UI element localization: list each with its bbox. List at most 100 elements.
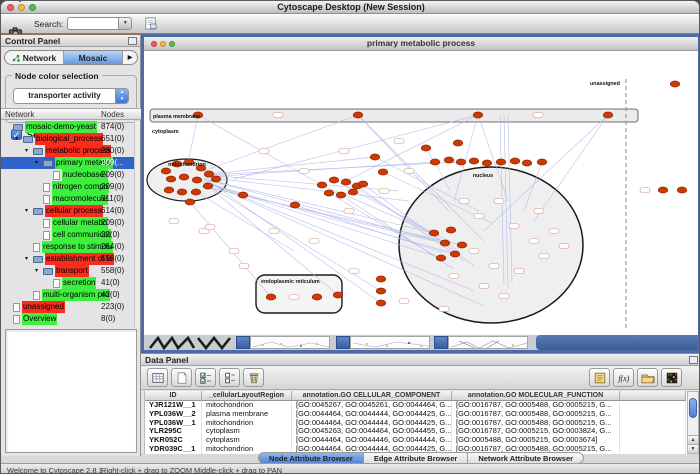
graph-node[interactable]	[456, 159, 466, 165]
table-row[interactable]: YKR052Ccytoplasm[GO:0044464, GO:0044446,…	[145, 436, 687, 445]
region-plasma-membrane[interactable]	[150, 109, 638, 122]
graph-node[interactable]	[510, 158, 520, 164]
graph-node[interactable]	[429, 230, 439, 236]
table-row[interactable]: YPL036W__2plasma membrane[GO:0044464, GO…	[145, 410, 687, 419]
table-scrollbar[interactable]: ▲ ▼	[687, 391, 699, 454]
unselect-attributes-icon[interactable]	[219, 368, 240, 387]
attribute-table-icon[interactable]	[147, 368, 168, 387]
graph-node[interactable]	[185, 199, 195, 205]
tree-row[interactable]: ▾transport558(0)	[1, 265, 135, 277]
graph-node[interactable]	[341, 179, 351, 185]
expander-icon[interactable]: ▾	[35, 265, 43, 277]
graph-node[interactable]	[317, 182, 327, 188]
function-builder-icon[interactable]: f(x)	[613, 368, 634, 387]
graph-node[interactable]	[358, 181, 368, 187]
graph-node[interactable]	[324, 190, 334, 196]
graph-node[interactable]	[203, 183, 213, 189]
node-color-dropdown[interactable]: transporter activity ▲▼	[13, 88, 129, 104]
scroll-up-icon[interactable]: ▲	[688, 435, 698, 444]
graph-node[interactable]	[670, 81, 680, 87]
minimized-window[interactable]	[336, 336, 430, 349]
graph-node[interactable]	[348, 189, 358, 195]
expander-icon[interactable]: ▾	[35, 157, 43, 169]
graph-node[interactable]	[238, 192, 248, 198]
attribute-editor-icon[interactable]	[589, 368, 610, 387]
minimized-window[interactable]	[434, 336, 528, 349]
graph-node[interactable]	[658, 187, 668, 193]
graph-node[interactable]	[370, 154, 380, 160]
column-header[interactable]: ID	[145, 391, 202, 401]
expander-icon[interactable]: ▾	[15, 133, 23, 145]
graph-node[interactable]	[444, 157, 454, 163]
tree-row[interactable]: nitrogen compo209(0)	[1, 181, 135, 193]
zoom-fit-icon[interactable]	[5, 0, 26, 6]
column-header[interactable]: annotation.GO MOLECULAR_FUNCTION	[452, 391, 620, 401]
graph-node[interactable]	[378, 169, 388, 175]
graph-node[interactable]	[329, 177, 339, 183]
table-row[interactable]: YPL036W__1mitochondrion[GO:0044464, GO:0…	[145, 419, 687, 428]
tree-row[interactable]: ▾biological_process651(0)	[1, 133, 135, 145]
graph-node[interactable]	[211, 176, 221, 182]
tree-row[interactable]: ▾metabolic process280(0)	[1, 145, 135, 157]
attribute-table[interactable]: ID_cellularLayoutRegionannotation.GO CEL…	[144, 391, 687, 454]
tree-row[interactable]: macromolecule311(0)	[1, 193, 135, 205]
graph-node[interactable]	[376, 276, 386, 282]
tab-mosaic[interactable]: Mosaic	[64, 51, 123, 64]
tree-row[interactable]: multi-organism pro42(0)	[1, 289, 135, 301]
graph-node[interactable]	[333, 292, 343, 298]
tree-row[interactable]: secretion41(0)	[1, 277, 135, 289]
graph-node[interactable]	[312, 294, 322, 300]
main-titlebar[interactable]: Cytoscape Desktop (New Session)	[1, 1, 700, 14]
tree-row[interactable]: response to stimulu264(0)	[1, 241, 135, 253]
expander-icon[interactable]: ▾	[25, 145, 33, 157]
scrollbar-thumb[interactable]	[689, 398, 697, 418]
tree-row[interactable]: cell communicat22(0)	[1, 229, 135, 241]
graph-node[interactable]	[376, 288, 386, 294]
graph-node[interactable]	[192, 177, 202, 183]
more-tabs-arrow[interactable]: ▶	[123, 51, 137, 64]
tab-network[interactable]: Network	[5, 51, 64, 64]
delete-attribute-icon[interactable]	[243, 368, 264, 387]
graph-node[interactable]	[473, 112, 483, 118]
graph-node[interactable]	[353, 112, 363, 118]
select-attributes-icon[interactable]	[195, 368, 216, 387]
network-canvas[interactable]: plasma membranecytoplasmmitochondrionnuc…	[144, 51, 698, 335]
graph-node[interactable]	[457, 242, 467, 248]
float-panel-icon[interactable]	[128, 37, 137, 45]
column-header[interactable]: annotation.GO CELLULAR_COMPONENT	[292, 391, 452, 401]
graph-node[interactable]	[440, 240, 450, 246]
minimized-window[interactable]	[236, 336, 330, 349]
graph-node[interactable]	[436, 255, 446, 261]
new-attribute-icon[interactable]	[171, 368, 192, 387]
graph-node[interactable]	[177, 189, 187, 195]
graph-node[interactable]	[482, 160, 492, 166]
graph-node[interactable]	[677, 187, 687, 193]
tree-row[interactable]: mosaic-demo-yeast874(0)	[1, 121, 135, 133]
search-input[interactable]	[67, 17, 119, 30]
column-header[interactable]	[620, 391, 686, 401]
float-data-panel-icon[interactable]	[689, 356, 698, 364]
expander-icon[interactable]: ▾	[25, 253, 33, 265]
minimized-network-silhouette[interactable]	[148, 335, 238, 350]
tree-row[interactable]: Overview8(0)	[1, 313, 135, 325]
graph-node[interactable]	[204, 171, 214, 177]
graph-node[interactable]	[161, 168, 171, 174]
network-window-titlebar[interactable]: primary metabolic process	[144, 37, 698, 51]
graph-node[interactable]	[603, 112, 613, 118]
graph-node[interactable]	[191, 189, 201, 195]
graph-node[interactable]	[522, 160, 532, 166]
tree-row[interactable]: ▾primary metabo209(...	[1, 157, 135, 169]
table-row[interactable]: YLR295Ccytoplasm[GO:0045263, GO:0044464,…	[145, 427, 687, 436]
graph-node[interactable]	[537, 159, 547, 165]
graph-node[interactable]	[496, 159, 506, 165]
expander-icon[interactable]: ▾	[25, 205, 33, 217]
new-network-icon[interactable]	[140, 15, 161, 33]
column-header[interactable]: _cellularLayoutRegion	[202, 391, 292, 401]
graph-node[interactable]	[446, 227, 456, 233]
attribute-mapper-icon[interactable]	[661, 368, 682, 387]
graph-node[interactable]	[266, 294, 276, 300]
tree-row[interactable]: ▾cellular process614(0)	[1, 205, 135, 217]
graph-node[interactable]	[469, 158, 479, 164]
graph-node[interactable]	[421, 145, 431, 151]
tree-row[interactable]: nucleobase-209(0)	[1, 169, 135, 181]
